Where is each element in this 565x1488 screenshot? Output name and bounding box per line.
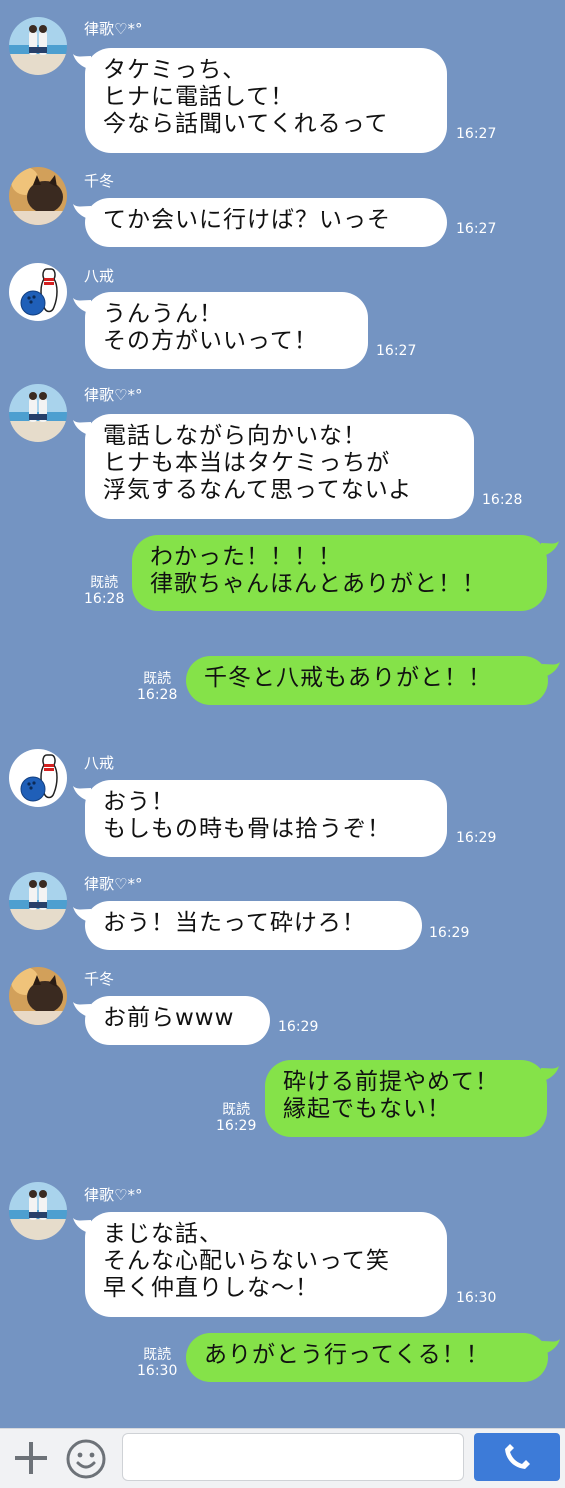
read-receipt: 既読 16:28 <box>84 575 124 607</box>
photo-avatar[interactable] <box>9 17 67 75</box>
read-label: 既読 <box>90 575 119 591</box>
timestamp: 16:30 <box>456 1290 497 1306</box>
smiley-icon[interactable] <box>64 1437 108 1481</box>
timestamp: 16:27 <box>376 343 417 359</box>
cat-avatar[interactable] <box>9 967 67 1025</box>
timestamp: 16:29 <box>278 1019 319 1035</box>
timestamp: 16:29 <box>456 830 497 846</box>
sender-name: 律歌♡*° <box>84 875 143 893</box>
message-bubble[interactable]: まじな話、 そんな心配いらないって笑 早く仲直りしな〜！ <box>85 1212 447 1317</box>
message-bubble[interactable]: 砕ける前提やめて！ 縁起でもない！ <box>265 1060 547 1137</box>
read-label: 既読 <box>222 1102 251 1118</box>
timestamp: 16:27 <box>456 126 497 142</box>
sender-name: 八戒 <box>84 754 115 772</box>
message-bubble[interactable]: うんうん！ その方がいいって！ <box>85 292 368 369</box>
read-label: 既読 <box>143 671 172 687</box>
input-bar <box>0 1428 565 1488</box>
message-input[interactable] <box>122 1433 464 1481</box>
timestamp: 16:29 <box>216 1118 257 1134</box>
photo-avatar[interactable] <box>9 1182 67 1240</box>
timestamp: 16:27 <box>456 221 497 237</box>
read-receipt: 既読 16:28 <box>137 671 177 703</box>
message-bubble[interactable]: ありがとう行ってくる！！ <box>186 1333 548 1382</box>
call-button[interactable] <box>474 1433 560 1481</box>
message-bubble[interactable]: 電話しながら向かいな！ ヒナも本当はタケミっちが 浮気するなんて思ってないよ <box>85 414 474 519</box>
bowling-avatar[interactable] <box>9 749 67 807</box>
message-bubble[interactable]: わかった！！！！ 律歌ちゃんほんとありがと！！ <box>132 535 547 611</box>
chat-area: 律歌♡*° タケミっち、 ヒナに電話して！ 今なら話聞いてくれるって 16:27 千冬… <box>0 0 565 1428</box>
message-bubble[interactable]: おう！当たって砕けろ！ <box>85 901 422 950</box>
sender-name: 律歌♡*° <box>84 20 143 38</box>
message-bubble[interactable]: てか会いに行けば？いっそ <box>85 198 447 247</box>
message-bubble[interactable]: お前らwww <box>85 996 270 1045</box>
phone-icon <box>505 1444 530 1469</box>
sender-name: 律歌♡*° <box>84 386 143 404</box>
message-bubble[interactable]: おう！ もしもの時も骨は拾うぞ！ <box>85 780 447 857</box>
timestamp: 16:28 <box>137 687 178 703</box>
sender-name: 律歌♡*° <box>84 1186 143 1204</box>
timestamp: 16:28 <box>482 492 523 508</box>
timestamp: 16:28 <box>84 591 125 607</box>
read-receipt: 既読 16:30 <box>137 1347 177 1379</box>
sender-name: 八戒 <box>84 267 115 285</box>
message-bubble[interactable]: 千冬と八戒もありがと！！ <box>186 656 548 705</box>
read-receipt: 既読 16:29 <box>216 1102 256 1134</box>
plus-icon[interactable] <box>12 1439 50 1477</box>
message-bubble[interactable]: タケミっち、 ヒナに電話して！ 今なら話聞いてくれるって <box>85 48 447 153</box>
timestamp: 16:29 <box>429 925 470 941</box>
photo-avatar[interactable] <box>9 384 67 442</box>
bowling-avatar[interactable] <box>9 263 67 321</box>
sender-name: 千冬 <box>84 970 115 988</box>
photo-avatar[interactable] <box>9 872 67 930</box>
timestamp: 16:30 <box>137 1363 178 1379</box>
sender-name: 千冬 <box>84 172 115 190</box>
read-label: 既読 <box>143 1347 172 1363</box>
cat-avatar[interactable] <box>9 167 67 225</box>
